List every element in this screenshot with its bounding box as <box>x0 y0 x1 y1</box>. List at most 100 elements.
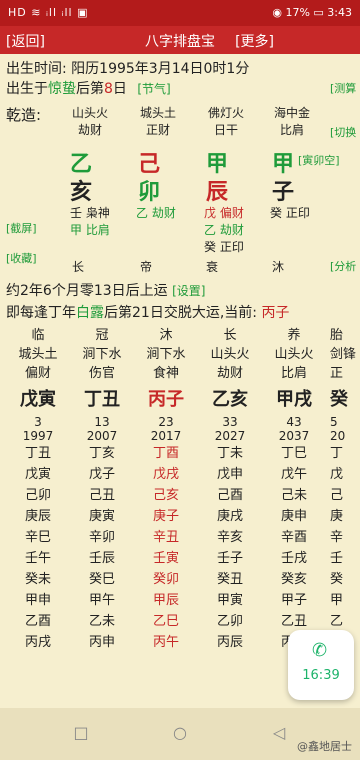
pillar-zhi: 亥 <box>69 180 92 205</box>
liunian: 辛巳 <box>24 530 51 545</box>
current-dayun: 丙子 <box>261 305 290 321</box>
liunian: 己丑 <box>88 488 115 503</box>
jieqi-button[interactable]: [节气] <box>137 82 170 96</box>
birth-time: 出生时间: 阳历1995年3月14日0时1分 <box>6 61 250 77</box>
dayun-nayin: 涧下水 <box>146 347 186 362</box>
jiaoyun-jieqi: 白露 <box>76 305 104 321</box>
dayun-shishen: 劫财 <box>216 366 243 381</box>
pillar-zhi: 卯 <box>137 180 160 205</box>
liunian: 壬子 <box>216 551 243 566</box>
home-icon[interactable]: ○ <box>171 723 189 742</box>
liunian: 丙午 <box>152 635 179 650</box>
measure-button[interactable]: [测算 <box>330 80 356 96</box>
dayun-column-current[interactable]: 沐 涧下水 食神 丙子 23 2017 丁酉 戊戌 己亥 庚子 辛丑 壬寅 癸卯… <box>138 324 194 653</box>
dayun-year: 2017 <box>150 429 182 443</box>
dayun-year: 1997 <box>22 429 54 443</box>
dayun-years: 丁酉 戊戌 己亥 庚子 辛丑 壬寅 癸卯 甲辰 乙巳 丙午 <box>138 443 194 653</box>
back-icon[interactable]: ◁ <box>270 723 288 742</box>
kongwang-label: [寅卯空] <box>298 154 340 167</box>
jiaoyun-a: 即每逢丁年 <box>6 305 76 321</box>
floating-call-widget[interactable]: ✆ 16:39 <box>288 630 354 700</box>
liunian: 丁亥 <box>88 446 115 461</box>
dayun-ganzhi: 癸 <box>330 389 348 410</box>
liunian: 乙 <box>330 614 344 629</box>
jiaoyun-info: 即每逢丁年白露后第21日交脱大运,当前: 丙子 <box>6 302 289 322</box>
dayun-column[interactable]: 临 城头土 偏财 戊寅 3 1997 丁丑 戊寅 己卯 庚辰 辛巳 壬午 癸未 … <box>10 324 66 653</box>
watermark: @鑫地居士 <box>297 740 352 753</box>
liunian: 壬寅 <box>152 551 179 566</box>
liunian: 辛卯 <box>88 530 115 545</box>
dayun-years: 丁亥 戊子 己丑 庚寅 辛卯 壬辰 癸巳 甲午 乙未 丙申 <box>74 443 130 653</box>
pillar-canggan: 壬 枭神 甲 比肩 <box>70 204 110 238</box>
canggan-item: 乙 劫财 <box>136 206 176 220</box>
canggan-item: 戊 偏财 <box>204 206 244 220</box>
switch-button[interactable]: [切换 <box>330 124 356 140</box>
liunian: 壬辰 <box>88 551 115 566</box>
liunian: 己 <box>330 488 344 503</box>
dayun-age: 23 <box>158 415 174 429</box>
liunian: 庚子 <box>152 509 179 524</box>
dayun-ganzhi: 甲戌 <box>276 389 312 410</box>
dayun-year: 2027 <box>214 429 246 443</box>
pillar-nayin: 海中金 <box>273 106 310 120</box>
canggan-item: 乙 劫财 <box>204 223 244 237</box>
dayun-age: 5 <box>330 415 338 429</box>
liunian: 癸 <box>330 572 344 587</box>
status-left: HD ≋ ᵢll ᵢll ▣ <box>8 6 89 19</box>
dayun-column[interactable]: 冠 涧下水 伤官 丁丑 13 2007 丁亥 戊子 己丑 庚寅 辛卯 壬辰 癸巳… <box>74 324 130 653</box>
liunian: 庚申 <box>280 509 307 524</box>
dayun-column[interactable]: 养 山头火 比肩 甲戌 43 2037 丁巳 戊午 己未 庚申 辛酉 壬戌 癸亥… <box>266 324 322 653</box>
pillar-day: 佛灯火 日干 <box>196 104 256 138</box>
liunian: 庚戌 <box>216 509 243 524</box>
liunian: 乙卯 <box>216 614 243 629</box>
dayun-ganzhi: 乙亥 <box>212 389 248 410</box>
liunian: 甲寅 <box>216 593 243 608</box>
birth-prefix: 出生于 <box>6 81 48 97</box>
settings-button[interactable]: [设置] <box>172 284 205 298</box>
dayun-shishen: 正 <box>330 366 344 381</box>
pillar-state: 沐 <box>272 260 285 274</box>
pillar-canggan: 癸 正印 <box>270 204 310 221</box>
dayun-column-partial[interactable]: 胎 剑锋 正 癸 5 20 丁 戊 己 庚 辛 壬 癸 甲 乙 丙 <box>330 324 360 653</box>
jieqi-name: 惊蛰 <box>48 81 76 97</box>
dayun-nayin: 剑锋 <box>330 347 357 362</box>
liunian: 庚 <box>330 509 344 524</box>
liunian: 己酉 <box>216 488 243 503</box>
content: 出生时间: 阳历1995年3月14日0时1分 出生于惊蛰后第8日 [节气] [测… <box>0 54 360 708</box>
dayun-column[interactable]: 长 山头火 劫财 乙亥 33 2027 丁未 戊申 己酉 庚戌 辛亥 壬子 癸丑… <box>202 324 258 653</box>
pillar-shishen: 日干 <box>213 123 238 137</box>
liunian: 戊寅 <box>24 467 51 482</box>
favorite-button[interactable]: [收藏] <box>6 250 37 266</box>
call-duration: 16:39 <box>302 668 340 683</box>
liunian: 甲 <box>330 593 344 608</box>
recent-apps-icon[interactable]: □ <box>72 723 90 742</box>
analyze-button[interactable]: [分析 <box>330 258 356 274</box>
dayun-year: 2007 <box>86 429 118 443</box>
dayun-age: 33 <box>222 415 238 429</box>
screenshot-button[interactable]: [截屏] <box>6 220 37 236</box>
dayun-state: 养 <box>287 328 301 343</box>
dayun-years: 丁 戊 己 庚 辛 壬 癸 甲 乙 丙 <box>330 443 360 653</box>
liunian: 甲申 <box>24 593 51 608</box>
liunian: 癸未 <box>24 572 51 587</box>
pillar-month: 城头土 正财 <box>128 104 188 138</box>
liunian: 甲辰 <box>152 593 179 608</box>
dayun-shishen: 比肩 <box>280 366 307 381</box>
liunian: 壬戌 <box>280 551 307 566</box>
more-button[interactable]: [更多] <box>235 31 274 51</box>
pillar-zhi: 辰 <box>205 180 228 205</box>
liunian: 辛酉 <box>280 530 307 545</box>
status-right: ◉ 17% ▭ 3:43 <box>272 6 352 19</box>
qianzao-label: 乾造: <box>6 106 42 124</box>
title-bar: [返回] 八字排盘宝 [更多] <box>0 26 360 54</box>
status-bar: HD ≋ ᵢll ᵢll ▣ ◉ 17% ▭ 3:43 <box>0 0 360 26</box>
dayun-age: 43 <box>286 415 302 429</box>
liunian: 戊戌 <box>152 467 179 482</box>
liunian: 癸巳 <box>88 572 115 587</box>
dayun-ganzhi: 戊寅 <box>20 389 56 410</box>
pillar-state: 长 <box>72 260 85 274</box>
liunian: 乙酉 <box>24 614 51 629</box>
dayun-state: 临 <box>31 328 45 343</box>
pillar-canggan: 戊 偏财 乙 劫财 癸 正印 <box>204 204 244 255</box>
canggan-item: 癸 正印 <box>270 206 310 220</box>
